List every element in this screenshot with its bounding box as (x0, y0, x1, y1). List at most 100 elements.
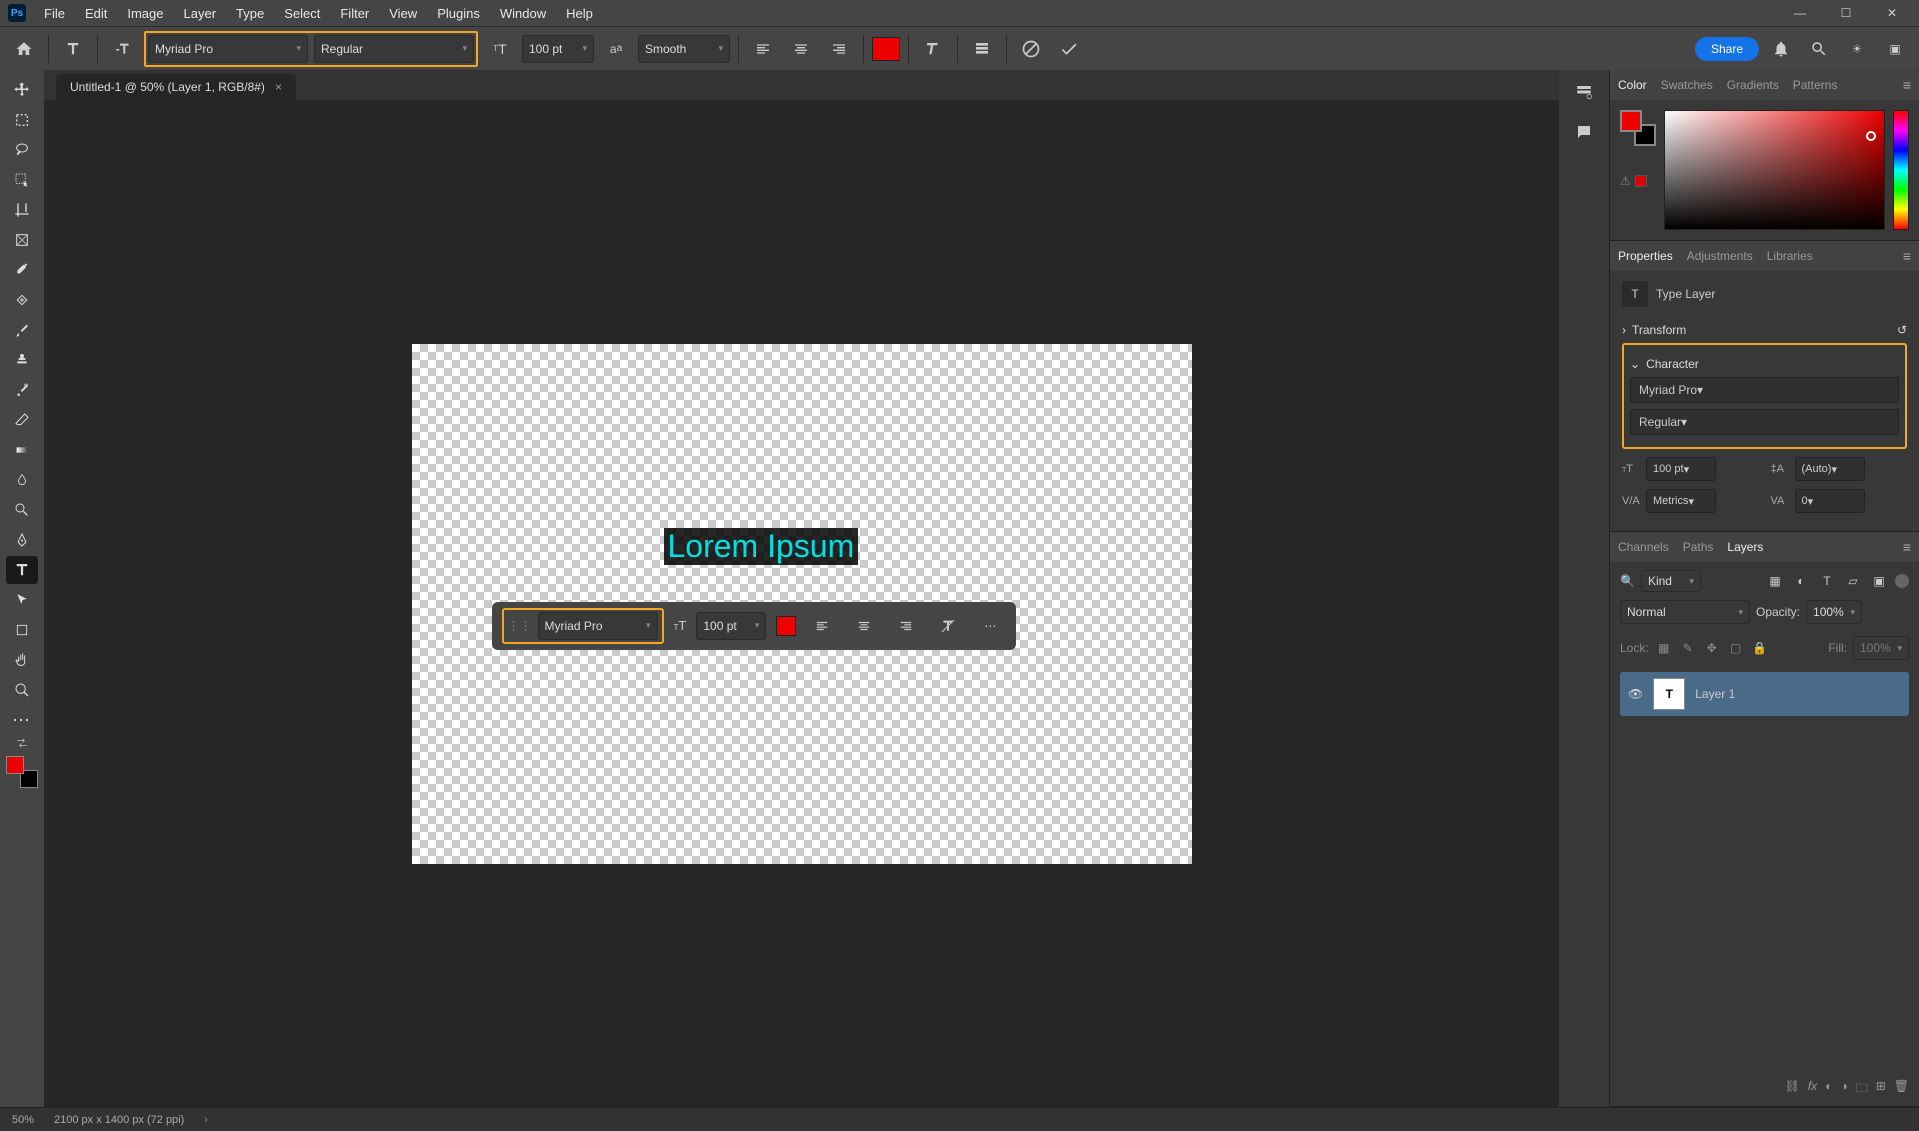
prop-tracking-dropdown[interactable]: 0▾ (1795, 489, 1865, 513)
adjustment-layer-icon[interactable]: ◑ (1840, 1079, 1847, 1100)
path-selection-tool[interactable] (6, 586, 38, 614)
canvas-viewport[interactable]: Lorem Ipsum ⋮⋮ Myriad Pro▾ TT 100 pt▾ ⋯ (44, 100, 1559, 1107)
filter-adjust-icon[interactable]: ◐ (1791, 571, 1811, 591)
character-panel-icon[interactable] (966, 33, 998, 65)
visibility-icon[interactable]: 👁 (1628, 687, 1643, 701)
tab-paths[interactable]: Paths (1683, 540, 1714, 554)
close-button[interactable]: ✕ (1869, 0, 1915, 26)
color-picker-field[interactable] (1664, 110, 1885, 230)
notifications-icon[interactable] (1765, 33, 1797, 65)
hue-slider[interactable] (1893, 110, 1909, 230)
layer-fx-icon[interactable]: fx (1808, 1079, 1817, 1100)
prop-kerning-dropdown[interactable]: Metrics▾ (1646, 489, 1716, 513)
healing-tool[interactable] (6, 286, 38, 314)
filter-shape-icon[interactable]: ▱ (1843, 571, 1863, 591)
eraser-tool[interactable] (6, 406, 38, 434)
link-layers-icon[interactable]: ⛓ (1785, 1079, 1800, 1100)
document-dimensions[interactable]: 2100 px x 1400 px (72 ppi) (54, 1114, 184, 1126)
ctx-color-swatch[interactable] (776, 616, 796, 636)
lock-transparency-icon[interactable]: ▦ (1655, 632, 1673, 664)
zoom-tool[interactable] (6, 676, 38, 704)
menu-filter[interactable]: Filter (330, 2, 379, 25)
filter-smart-icon[interactable]: ▣ (1869, 571, 1889, 591)
delete-layer-icon[interactable]: 🗑 (1894, 1079, 1909, 1100)
cancel-icon[interactable] (1015, 33, 1047, 65)
text-color-swatch[interactable] (872, 37, 900, 61)
new-layer-icon[interactable]: ⊞ (1876, 1079, 1886, 1100)
stamp-tool[interactable] (6, 346, 38, 374)
ctx-align-center-icon[interactable] (848, 610, 880, 642)
align-right-icon[interactable] (823, 33, 855, 65)
layer-row[interactable]: 👁 T Layer 1 (1620, 672, 1909, 716)
menu-layer[interactable]: Layer (174, 2, 227, 25)
history-brush-tool[interactable] (6, 376, 38, 404)
layer-mask-icon[interactable]: ◐ (1825, 1079, 1832, 1100)
tab-properties[interactable]: Properties (1618, 249, 1673, 263)
align-center-icon[interactable] (785, 33, 817, 65)
ctx-more-icon[interactable]: ⋯ (974, 610, 1006, 642)
menu-select[interactable]: Select (274, 2, 330, 25)
layer-name[interactable]: Layer 1 (1695, 687, 1735, 701)
lock-pixels-icon[interactable]: ✎ (1679, 632, 1697, 664)
blend-mode-dropdown[interactable]: Normal▾ (1620, 600, 1750, 624)
ctx-align-right-icon[interactable] (890, 610, 922, 642)
dodge-tool[interactable] (6, 496, 38, 524)
ctx-size-dropdown[interactable]: 100 pt▾ (696, 612, 766, 640)
zoom-level[interactable]: 50% (12, 1114, 34, 1126)
share-button[interactable]: Share (1695, 37, 1759, 61)
fill-dropdown[interactable]: 100%▾ (1853, 636, 1909, 660)
ctx-font-dropdown[interactable]: Myriad Pro▾ (538, 612, 658, 640)
marquee-tool[interactable] (6, 106, 38, 134)
minimize-button[interactable]: ― (1777, 0, 1823, 26)
ctx-clear-style-icon[interactable] (932, 610, 964, 642)
shape-tool[interactable] (6, 616, 38, 644)
crop-tool[interactable] (6, 196, 38, 224)
brush-tool[interactable] (6, 316, 38, 344)
tab-layers[interactable]: Layers (1727, 540, 1763, 554)
font-style-dropdown[interactable]: Regular▾ (314, 35, 474, 63)
layer-group-icon[interactable]: 🗀 (1856, 1079, 1868, 1100)
prop-style-dropdown[interactable]: Regular▾ (1630, 409, 1899, 435)
drag-handle-icon[interactable]: ⋮⋮ (508, 619, 532, 633)
reset-icon[interactable]: ↺ (1897, 323, 1907, 337)
menu-plugins[interactable]: Plugins (427, 2, 490, 25)
hand-tool[interactable] (6, 646, 38, 674)
gradient-tool[interactable] (6, 436, 38, 464)
foreground-background-colors[interactable] (6, 756, 38, 788)
maximize-button[interactable]: ☐ (1823, 0, 1869, 26)
type-tool-icon[interactable] (57, 33, 89, 65)
text-orientation-icon[interactable] (106, 33, 138, 65)
font-family-dropdown[interactable]: Myriad Pro▾ (148, 35, 308, 63)
gamut-color[interactable] (1635, 175, 1647, 187)
move-tool[interactable] (6, 76, 38, 104)
tab-gradients[interactable]: Gradients (1727, 78, 1779, 92)
arrange-icon[interactable]: ▣ (1879, 33, 1911, 65)
filter-pixel-icon[interactable]: ▦ (1765, 571, 1785, 591)
document-tab[interactable]: Untitled-1 @ 50% (Layer 1, RGB/8#) × (56, 74, 296, 100)
menu-view[interactable]: View (379, 2, 427, 25)
ctx-align-left-icon[interactable] (806, 610, 838, 642)
eyedropper-tool[interactable] (6, 256, 38, 284)
type-tool[interactable] (6, 556, 38, 584)
tab-channels[interactable]: Channels (1618, 540, 1669, 554)
layers-panel-menu-icon[interactable]: ≡ (1903, 539, 1911, 555)
lock-artboard-icon[interactable]: ▢ (1727, 632, 1745, 664)
filter-kind-dropdown[interactable]: Kind▾ (1641, 570, 1701, 592)
menu-edit[interactable]: Edit (75, 2, 117, 25)
transform-section[interactable]: › Transform ↺ (1622, 317, 1907, 343)
filter-type-icon[interactable]: T (1817, 571, 1837, 591)
align-left-icon[interactable] (747, 33, 779, 65)
color-cursor[interactable] (1866, 131, 1876, 141)
prop-leading-dropdown[interactable]: (Auto)▾ (1795, 457, 1865, 481)
anti-alias-dropdown[interactable]: Smooth▾ (638, 35, 730, 63)
close-tab-icon[interactable]: × (275, 80, 282, 94)
properties-panel-menu-icon[interactable]: ≡ (1903, 248, 1911, 264)
edit-toolbar[interactable]: ⋯ (6, 706, 38, 734)
text-selection[interactable]: Lorem Ipsum (664, 528, 859, 565)
menu-type[interactable]: Type (226, 2, 274, 25)
layer-thumbnail[interactable]: T (1653, 678, 1685, 710)
prop-size-dropdown[interactable]: 100 pt▾ (1646, 457, 1716, 481)
warp-text-icon[interactable] (917, 33, 949, 65)
commit-icon[interactable] (1053, 33, 1085, 65)
color-fg-bg[interactable] (1620, 110, 1656, 146)
